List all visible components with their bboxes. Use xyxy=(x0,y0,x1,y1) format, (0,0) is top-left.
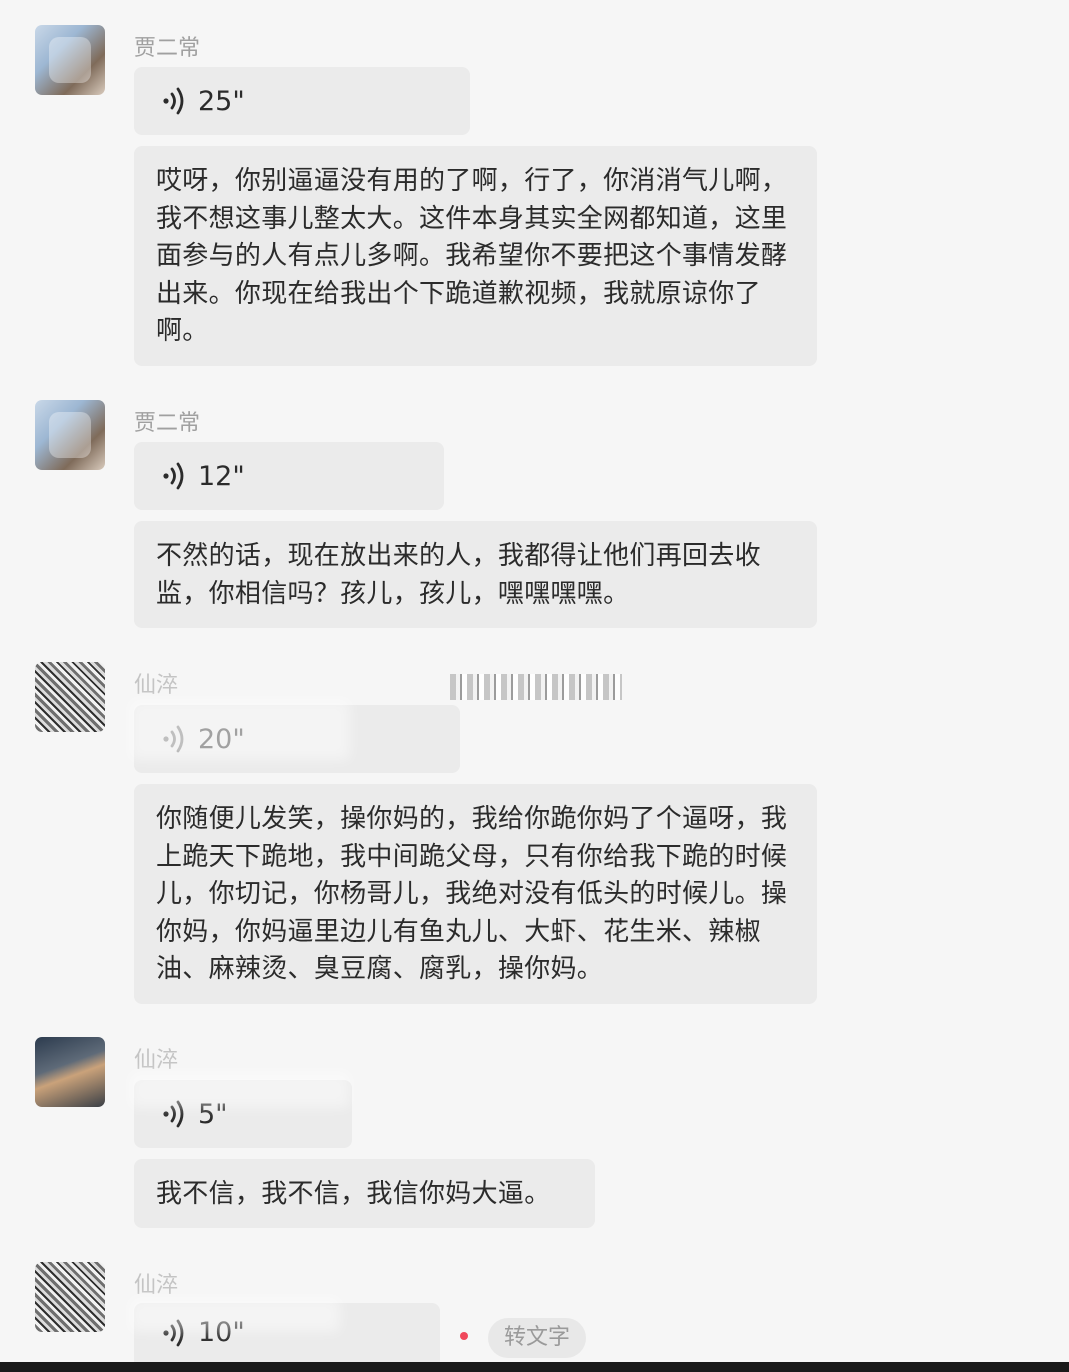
voice-duration: 25" xyxy=(198,85,245,117)
sender-name: 仙淬 xyxy=(134,1273,179,1298)
avatar-xian-cui[interactable] xyxy=(35,1262,105,1332)
watermark-overlay xyxy=(130,1298,340,1332)
sender-name: 贾二常 xyxy=(134,411,201,436)
avatar-xian-cui[interactable] xyxy=(35,1037,105,1107)
voice-transcript: 你随便儿发笑，操你妈的，我给你跪你妈了个逼呀，我上跪天下跪地，我中间跪父母，只有… xyxy=(134,784,817,1004)
bottom-edge xyxy=(0,1362,1069,1372)
voice-transcript: 我不信，我不信，我信你妈大逼。 xyxy=(134,1159,595,1228)
voice-message[interactable]: 25" xyxy=(134,67,470,135)
watermark-overlay xyxy=(130,700,350,760)
voice-wave-icon xyxy=(163,87,184,115)
voice-transcript: 哎呀，你别逼逼没有用的了啊，行了，你消消气儿啊，我不想这事儿整太大。这件本身其实… xyxy=(134,146,817,366)
avatar-jia-er-chang[interactable] xyxy=(35,25,105,95)
sender-name: 仙淬 xyxy=(134,673,179,698)
sender-name: 贾二常 xyxy=(134,36,201,61)
voice-wave-icon xyxy=(163,462,184,490)
unread-dot xyxy=(460,1332,468,1340)
avatar-jia-er-chang[interactable] xyxy=(35,400,105,470)
voice-transcript: 不然的话，现在放出来的人，我都得让他们再回去收监，你相信吗？孩儿，孩儿，嘿嘿嘿嘿… xyxy=(134,521,817,628)
obscured-text xyxy=(450,674,622,700)
voice-duration: 12" xyxy=(198,460,245,492)
transcribe-button[interactable]: 转文字 xyxy=(488,1318,587,1358)
avatar-xian-cui[interactable] xyxy=(35,662,105,732)
watermark-overlay xyxy=(130,1072,350,1108)
sender-name: 仙淬 xyxy=(134,1048,179,1073)
voice-message[interactable]: 12" xyxy=(134,442,444,510)
